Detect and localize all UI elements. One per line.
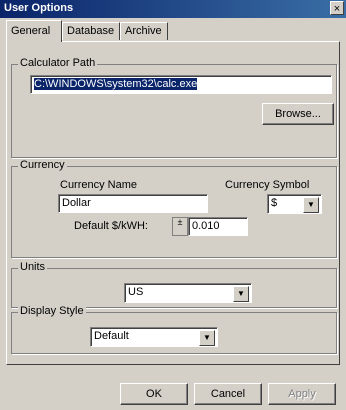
tab-database-label: Database — [67, 25, 115, 37]
units-value: US — [128, 286, 144, 298]
tab-database[interactable]: Database — [62, 22, 120, 40]
default-rate-input[interactable]: 0.010 — [188, 217, 248, 236]
currency-symbol-select[interactable]: $ ▼ — [267, 194, 322, 214]
currency-symbol-value: $ — [271, 197, 278, 209]
units-select[interactable]: US ▼ — [124, 283, 252, 303]
apply-button-label: Apply — [288, 388, 316, 400]
calculator-path-input[interactable]: C:\WINDOWS\system32\calc.exe — [30, 75, 332, 94]
browse-button[interactable]: Browse... — [262, 103, 334, 125]
default-rate-label: Default $/kWH: — [74, 220, 148, 232]
title-bar: User Options × — [0, 0, 346, 18]
ok-button-label: OK — [146, 388, 162, 400]
tab-general[interactable]: General — [6, 20, 62, 42]
cancel-button-label: Cancel — [210, 388, 246, 400]
calculator-path-group: Calculator Path C:\WINDOWS\system32\calc… — [11, 57, 337, 158]
chevron-down-icon[interactable]: ▼ — [303, 197, 319, 213]
currency-name-label: Currency Name — [60, 179, 138, 191]
currency-name-input[interactable]: Dollar — [58, 194, 208, 213]
currency-symbol-label: Currency Symbol — [225, 179, 310, 191]
tab-archive[interactable]: Archive — [120, 22, 168, 40]
currency-name-value: Dollar — [62, 197, 91, 209]
display-style-legend: Display Style — [18, 305, 86, 317]
cancel-button[interactable]: Cancel — [194, 383, 262, 405]
tab-archive-label: Archive — [125, 25, 162, 37]
window-title: User Options — [4, 2, 74, 14]
default-rate-value: 0.010 — [192, 220, 220, 232]
general-tab-panel: Calculator Path C:\WINDOWS\system32\calc… — [6, 41, 340, 365]
close-icon[interactable]: × — [330, 1, 344, 15]
display-style-group: Display Style Default ▼ — [11, 305, 337, 354]
chevron-down-icon[interactable]: ▼ — [199, 330, 215, 346]
chevron-down-icon[interactable]: ▼ — [233, 286, 249, 302]
ok-button[interactable]: OK — [120, 383, 188, 405]
display-style-value: Default — [94, 330, 129, 342]
currency-group: Currency Currency Name Dollar Currency S… — [11, 159, 337, 258]
units-legend: Units — [18, 261, 48, 273]
tab-general-label: General — [11, 25, 51, 37]
calculator-path-value: C:\WINDOWS\system32\calc.exe — [34, 78, 198, 90]
currency-legend: Currency — [18, 159, 67, 171]
units-group: Units US ▼ — [11, 261, 337, 308]
display-style-select[interactable]: Default ▼ — [90, 327, 218, 347]
spin-updown-icon[interactable]: ± — [172, 217, 188, 236]
browse-button-label: Browse... — [275, 108, 321, 120]
calculator-path-legend: Calculator Path — [18, 57, 98, 69]
apply-button[interactable]: Apply — [268, 383, 336, 405]
